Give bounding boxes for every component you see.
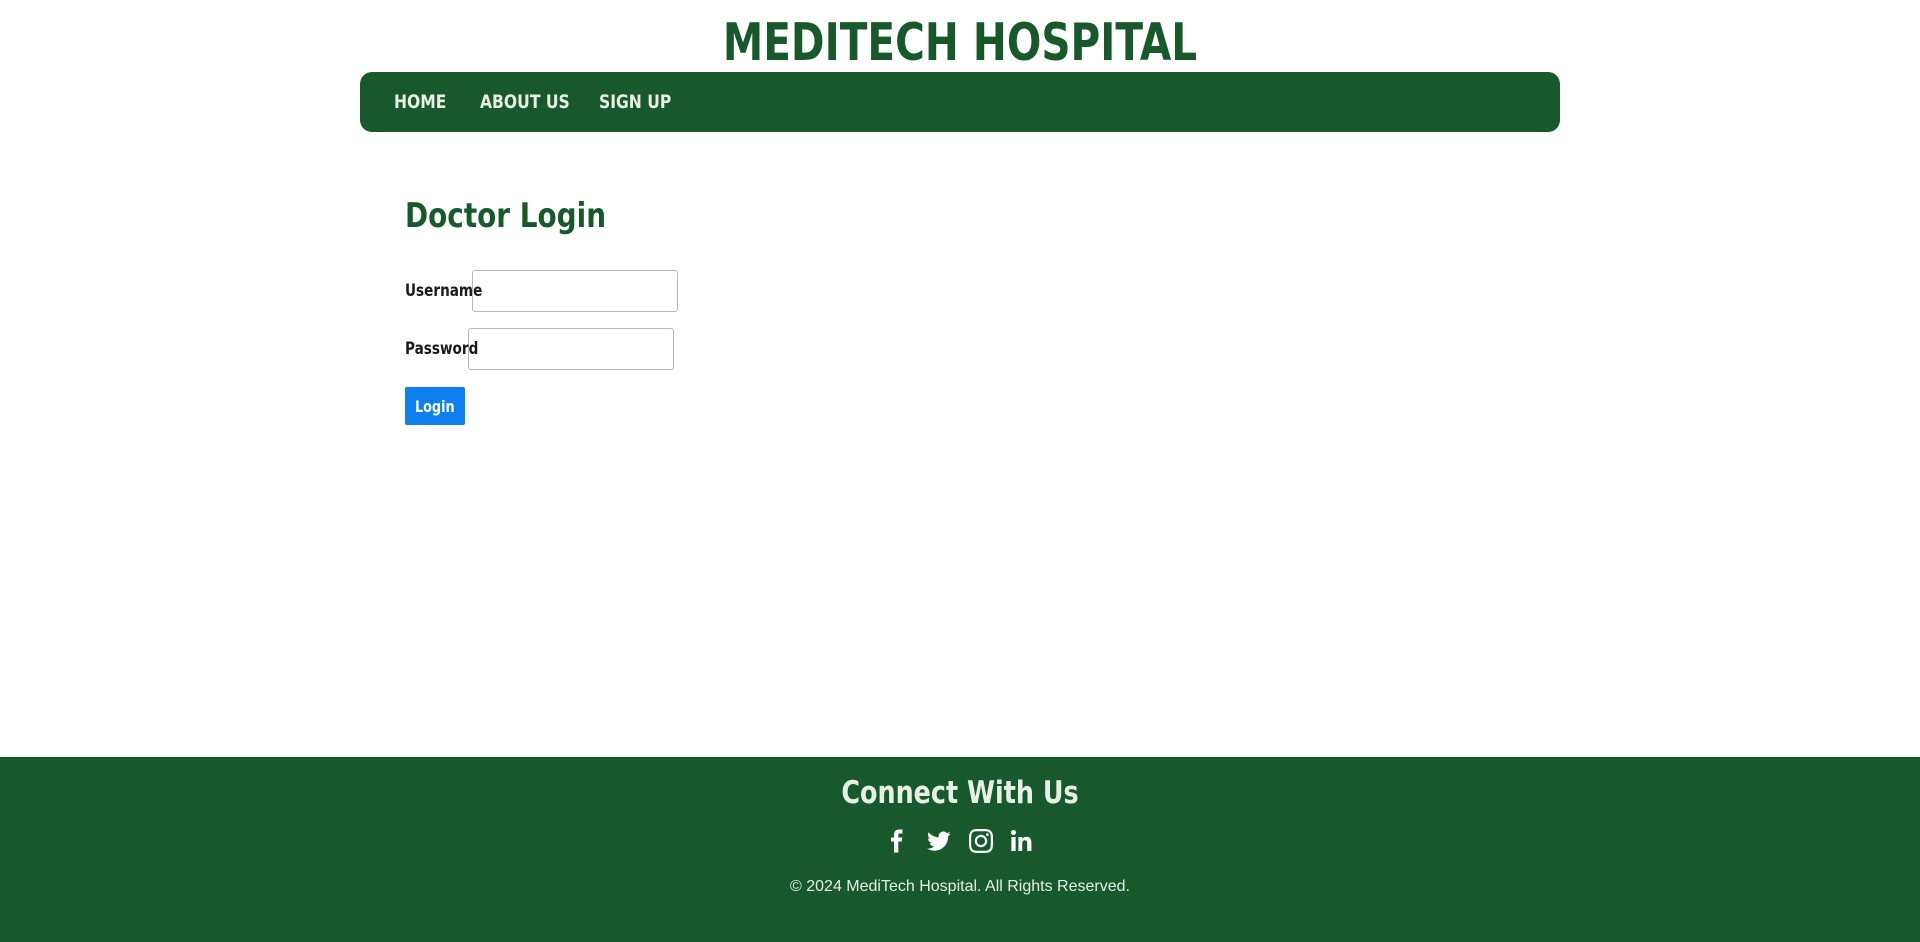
footer-title: Connect With Us [841,775,1079,811]
facebook-icon[interactable] [884,828,910,854]
page: MEDITECH HOSPITAL HOME ABOUT US SIGN UP … [0,0,1920,942]
instagram-icon[interactable] [968,828,994,854]
password-input[interactable] [468,328,674,370]
footer: Connect With Us © 2024 MediTech Hospital… [0,757,1920,942]
username-label: Username [405,281,483,301]
username-input[interactable] [472,270,678,312]
username-row: Username [405,270,678,312]
nav-about-us-link[interactable]: ABOUT US [480,91,570,113]
copyright-text: © 2024 MediTech Hospital. All Rights Res… [790,878,1130,895]
login-button[interactable]: Login [405,387,465,425]
nav-home-link[interactable]: HOME [394,91,446,113]
password-label: Password [405,339,479,359]
nav-sign-up-link[interactable]: SIGN UP [599,91,671,113]
social-links [0,828,1920,854]
password-row: Password [405,328,674,370]
login-button-label: Login [415,396,455,416]
twitter-icon[interactable] [926,828,952,854]
main-navbar: HOME ABOUT US SIGN UP [360,72,1560,132]
login-title: Doctor Login [405,196,607,236]
site-title: MEDITECH HOSPITAL [722,13,1198,73]
linkedin-icon[interactable] [1010,828,1036,854]
